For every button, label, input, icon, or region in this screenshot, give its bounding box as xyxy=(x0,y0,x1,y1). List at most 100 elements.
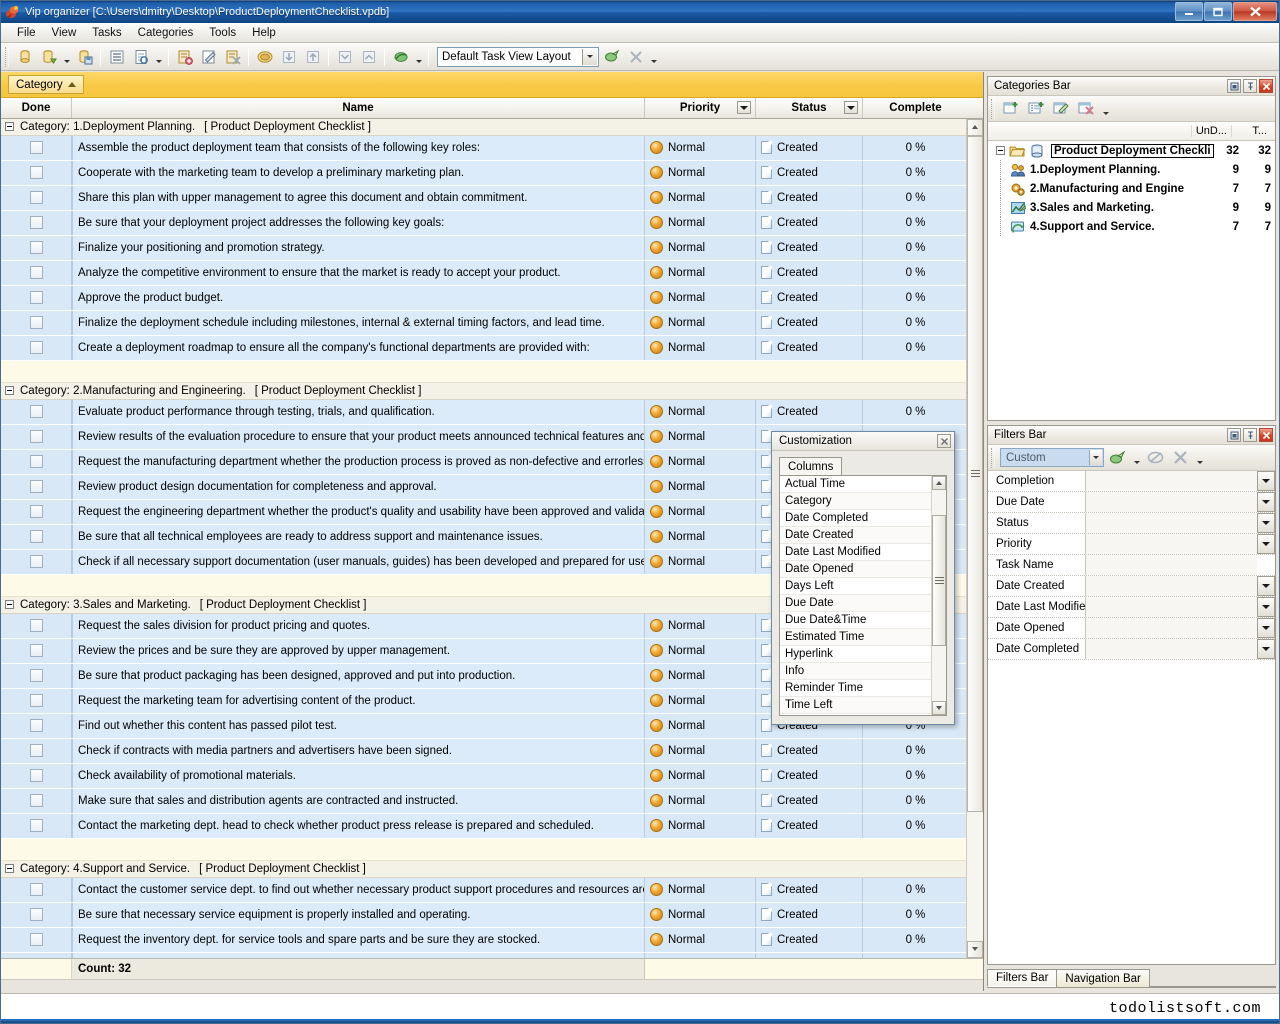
task-done-checkbox[interactable] xyxy=(30,933,43,946)
task-name-cell[interactable]: Be sure that all technical employees are… xyxy=(72,525,645,549)
customization-close-button[interactable] xyxy=(937,434,951,448)
menu-item-tools[interactable]: Tools xyxy=(201,25,244,41)
filter-preset-combobox[interactable]: Custom xyxy=(1000,448,1104,467)
filter-value-input[interactable] xyxy=(1086,492,1257,512)
task-name-cell[interactable]: Check if all necessary support documenta… xyxy=(72,550,645,574)
filter-row[interactable]: Date Opened xyxy=(988,618,1275,639)
delete-layout-icon[interactable] xyxy=(624,46,647,68)
scroll-down-button[interactable] xyxy=(967,941,983,958)
task-priority-cell[interactable]: Normal xyxy=(645,186,756,210)
task-status-cell[interactable]: Created xyxy=(756,236,863,260)
task-name-cell[interactable]: Request the marketing team for advertisi… xyxy=(72,689,645,713)
task-priority-cell[interactable]: Normal xyxy=(645,400,756,424)
edit-filter-icon[interactable] xyxy=(1144,447,1167,469)
categories-bar-restore-button[interactable] xyxy=(1227,79,1241,93)
task-name-cell[interactable]: Check if contracts with media partners a… xyxy=(72,739,645,763)
group-by-chip-category[interactable]: Category xyxy=(8,75,84,94)
task-status-cell[interactable]: Created xyxy=(756,739,863,763)
group-by-band[interactable]: Category xyxy=(1,72,983,98)
task-name-cell[interactable]: Evaluate product performance through tes… xyxy=(72,400,645,424)
task-complete-cell[interactable]: 0 % xyxy=(863,311,966,335)
customization-column-list[interactable]: Actual TimeCategoryDate CompletedDate Cr… xyxy=(780,476,931,715)
task-done-cell[interactable] xyxy=(1,161,72,185)
task-done-cell[interactable] xyxy=(1,236,72,260)
table-row[interactable]: Cooperate with the marketing team to dev… xyxy=(1,161,966,186)
task-priority-cell[interactable]: Normal xyxy=(645,714,756,738)
task-priority-cell[interactable]: Normal xyxy=(645,764,756,788)
task-name-cell[interactable]: Make sure that sales and distribution ag… xyxy=(72,789,645,813)
grid-horizontal-scroll-strip[interactable] xyxy=(1,979,983,991)
dock-tab-navigation-bar[interactable]: Navigation Bar xyxy=(1056,969,1149,987)
category-tree-item[interactable]: 2.Manufacturing and Engine77 xyxy=(988,179,1275,198)
task-complete-cell[interactable]: 0 % xyxy=(863,236,966,260)
task-done-cell[interactable] xyxy=(1,475,72,499)
menu-item-tasks[interactable]: Tasks xyxy=(84,25,129,41)
customization-column-item[interactable]: Days Left xyxy=(780,578,931,595)
task-name-cell[interactable]: Request the inventory dept. for service … xyxy=(72,928,645,952)
task-name-cell[interactable]: Be sure that your deployment project add… xyxy=(72,211,645,235)
table-row[interactable]: Check if contracts with media partners a… xyxy=(1,739,966,764)
task-done-checkbox[interactable] xyxy=(30,744,43,757)
minimize-button[interactable] xyxy=(1175,2,1203,21)
filter-row[interactable]: Date Last Modifie xyxy=(988,597,1275,618)
task-name-cell[interactable]: Check availability of promotional materi… xyxy=(72,764,645,788)
task-priority-cell[interactable]: Normal xyxy=(645,311,756,335)
task-name-cell[interactable]: Finalize your positioning and promotion … xyxy=(72,236,645,260)
customization-column-item[interactable]: Due Date&Time xyxy=(780,612,931,629)
category-tree-item[interactable]: 3.Sales and Marketing.99 xyxy=(988,198,1275,217)
filter-dropdown-button[interactable] xyxy=(1257,618,1275,638)
task-done-cell[interactable] xyxy=(1,400,72,424)
task-priority-cell[interactable]: Normal xyxy=(645,689,756,713)
task-priority-cell[interactable]: Normal xyxy=(645,664,756,688)
task-complete-cell[interactable]: 0 % xyxy=(863,903,966,927)
list-view-icon[interactable] xyxy=(105,46,128,68)
save-database-icon[interactable] xyxy=(73,46,96,68)
edit-task-icon[interactable] xyxy=(197,46,220,68)
task-name-cell[interactable]: Be sure that product packaging has been … xyxy=(72,664,645,688)
open-database-icon[interactable] xyxy=(37,46,60,68)
delete-task-icon[interactable] xyxy=(221,46,244,68)
edit-category-icon[interactable] xyxy=(1050,98,1073,120)
task-priority-cell[interactable]: Normal xyxy=(645,161,756,185)
group-collapse-icon[interactable] xyxy=(5,600,14,609)
apply-filter-dropdown[interactable] xyxy=(1131,447,1142,469)
close-button[interactable] xyxy=(1233,2,1277,21)
column-header-done[interactable]: Done xyxy=(1,98,72,118)
task-status-cell[interactable]: Created xyxy=(756,903,863,927)
task-done-cell[interactable] xyxy=(1,336,72,360)
task-done-cell[interactable] xyxy=(1,450,72,474)
task-done-cell[interactable] xyxy=(1,136,72,160)
filter-value-input[interactable] xyxy=(1086,513,1257,533)
task-status-cell[interactable]: Created xyxy=(756,789,863,813)
layout-combobox[interactable]: Default Task View Layout xyxy=(437,47,599,67)
customization-scroll-track[interactable] xyxy=(932,490,946,701)
filter-dropdown-button[interactable] xyxy=(1257,534,1275,554)
task-priority-cell[interactable]: Normal xyxy=(645,450,756,474)
move-up-icon[interactable] xyxy=(301,46,324,68)
group-collapse-icon[interactable] xyxy=(5,864,14,873)
filter-row[interactable]: Date Completed xyxy=(988,639,1275,660)
task-complete-cell[interactable]: 0 % xyxy=(863,789,966,813)
layout-menu-dropdown[interactable] xyxy=(648,46,659,68)
task-done-cell[interactable] xyxy=(1,689,72,713)
task-priority-cell[interactable]: Normal xyxy=(645,789,756,813)
task-done-checkbox[interactable] xyxy=(30,430,43,443)
customization-column-item[interactable]: Actual Time xyxy=(780,476,931,493)
group-header-row[interactable]: Category: 4.Support and Service.[ Produc… xyxy=(1,861,966,878)
tree-expander-icon[interactable] xyxy=(996,146,1005,155)
task-priority-cell[interactable]: Normal xyxy=(645,136,756,160)
task-done-cell[interactable] xyxy=(1,211,72,235)
filter-value-input[interactable] xyxy=(1086,618,1257,638)
task-complete-cell[interactable]: 0 % xyxy=(863,161,966,185)
customization-column-item[interactable]: Estimated Time xyxy=(780,629,931,646)
task-complete-cell[interactable]: 0 % xyxy=(863,336,966,360)
task-done-checkbox[interactable] xyxy=(30,619,43,632)
layout-combobox-arrow[interactable] xyxy=(582,49,597,65)
table-row[interactable]: Be sure that your deployment project add… xyxy=(1,211,966,236)
status-filter-button[interactable] xyxy=(844,101,858,114)
customization-tab-columns[interactable]: Columns xyxy=(779,457,842,476)
group-collapse-icon[interactable] xyxy=(5,122,14,131)
task-done-cell[interactable] xyxy=(1,614,72,638)
task-done-checkbox[interactable] xyxy=(30,644,43,657)
task-done-checkbox[interactable] xyxy=(30,166,43,179)
